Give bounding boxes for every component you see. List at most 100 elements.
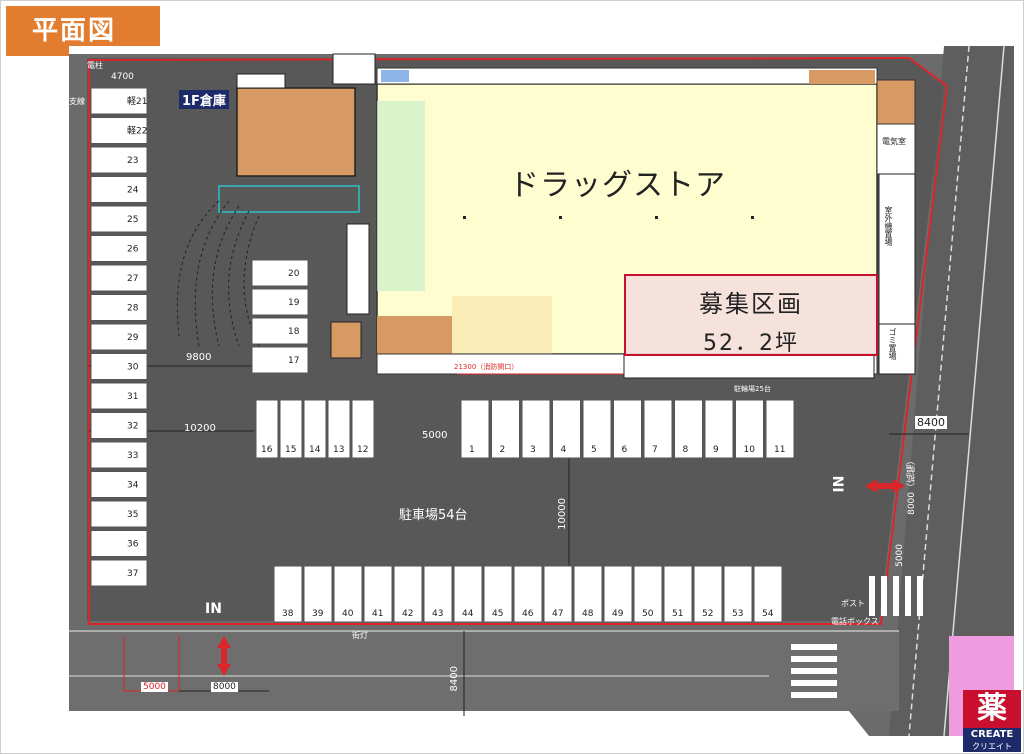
floor-plan-drawing: 軽21軽222324252627282930313233343536372019… [69,46,1014,736]
parking-stall-27: 27 [90,264,148,292]
parking-stall-21: 軽21 [90,87,148,115]
parking-stall-43-number: 43 [432,609,443,619]
parking-stall-45-number: 45 [492,609,503,619]
store-label: ドラッグストア [509,168,726,203]
parking-stall-26-number: 26 [127,245,139,255]
dim-8000-bottom: 8000 [211,682,238,692]
parking-stall-17: 17 [251,346,309,374]
parking-stall-32-number: 32 [127,422,138,432]
parking-stall-52: 52 [693,565,723,623]
parking-stall-29: 29 [90,323,148,351]
parking-label: 駐車場54台 [399,508,468,523]
recruitment-area: 募集区画 52．2坪 [624,274,878,356]
parking-stall-47-number: 47 [552,609,563,619]
bike-parking2-label: 駐輪場25台 [734,385,771,393]
parking-stall-46-number: 46 [522,609,534,619]
warehouse-label: 1F倉庫 [179,90,229,109]
parking-stall-5-number: 5 [591,445,597,455]
parking-stall-38-number: 38 [282,609,294,619]
parking-stall-24-number: 24 [127,186,139,196]
parking-stall-39-number: 39 [312,609,324,619]
parking-stall-48-number: 48 [582,609,594,619]
parking-stall-16-number: 16 [261,445,273,455]
parking-stall-4: 4 [552,399,581,459]
parking-stall-51: 51 [663,565,693,623]
logo-kana: クリエイト [963,742,1021,752]
parking-stall-6: 6 [613,399,642,459]
parking-stall-10-number: 10 [744,445,756,455]
parking-stall-19: 19 [251,288,309,316]
parking-stall-38: 38 [273,565,303,623]
parking-stall-2-number: 2 [500,445,506,455]
in-label-bottom: IN [205,601,222,617]
parking-stall-22-number: 軽22 [127,126,147,137]
logo-name: CREATE [963,728,1021,742]
parking-stall-33: 33 [90,441,148,469]
bike-parking [346,223,370,315]
dim-5000-bottom: 5000 [141,682,168,692]
parking-stall-37: 37 [90,559,148,587]
parking-stall-41: 41 [363,565,393,623]
parking-stall-2: 2 [491,399,520,459]
parking-stall-53-number: 53 [732,609,743,619]
parking-stall-23-number: 23 [127,156,138,166]
parking-stall-40: 40 [333,565,363,623]
dim-4700: 4700 [111,72,134,82]
parking-stall-36-number: 36 [127,540,139,550]
parking-stall-1: 1 [460,399,490,459]
parking-stall-43: 43 [423,565,453,623]
parking-stall-7-number: 7 [652,445,658,455]
parking-stall-34: 34 [90,471,148,498]
parking-stall-44: 44 [453,565,483,623]
parking-stall-18: 18 [251,317,309,345]
parking-stall-49: 49 [603,565,633,623]
parking-stall-50: 50 [633,565,663,623]
parking-stall-44-number: 44 [462,609,474,619]
support-label: 支線 [69,97,85,106]
bottom-road [69,631,899,711]
parking-stall-1-number: 1 [469,445,475,455]
dim-5000: 5000 [422,430,448,441]
dim-8400-right: 8400 [915,416,947,429]
parking-stall-28: 28 [90,294,148,321]
recruitment-size: 52．2坪 [703,331,799,356]
parking-stall-4-number: 4 [561,445,567,455]
parking-stall-28-number: 28 [127,304,139,314]
parking-stall-49-number: 49 [612,609,624,619]
parking-stall-13-number: 13 [333,445,344,455]
parking-stall-22: 軽22 [90,117,148,144]
electric-room-label: 電気室 [882,137,906,146]
parking-stall-36: 36 [90,530,148,557]
parking-stall-16: 16 [255,399,279,459]
parking-stall-41-number: 41 [372,609,383,619]
parking-stall-35: 35 [90,500,148,528]
parking-stall-8: 8 [674,399,703,459]
parking-stall-8-number: 8 [683,445,689,455]
in-label-right: IN [831,475,848,493]
parking-stall-14: 14 [303,399,327,459]
parking-stall-5: 5 [582,399,612,459]
dim-10000: 10000 [557,498,568,530]
parking-stall-9: 9 [704,399,734,459]
garbage-label: ゴミ置場 [888,328,897,360]
parking-stall-50-number: 50 [642,609,654,619]
parking-stall-11: 11 [765,399,795,459]
parking-stall-52-number: 52 [702,609,713,619]
street-light-label: 街灯 [352,631,368,640]
dim-8400-bottom: 8400 [449,666,460,692]
parking-stall-39: 39 [303,565,333,623]
parking-stall-12: 12 [351,399,375,459]
parking-stall-31: 31 [90,382,148,410]
parking-stall-14-number: 14 [309,445,321,455]
fire-gate-label: 21300（消防関口） [454,363,519,371]
parking-stall-21-number: 軽21 [127,96,147,107]
parking-stall-51-number: 51 [672,609,683,619]
parking-stall-37-number: 37 [127,569,138,579]
parking-stall-45: 45 [483,565,513,623]
parking-stall-47: 47 [543,565,573,623]
parking-stall-9-number: 9 [713,445,719,455]
parking-stall-18-number: 18 [288,327,300,337]
outdoor-unit-label: 室外機置場 [884,206,893,246]
parking-stall-34-number: 34 [127,481,139,491]
parking-stall-30: 30 [90,353,148,380]
